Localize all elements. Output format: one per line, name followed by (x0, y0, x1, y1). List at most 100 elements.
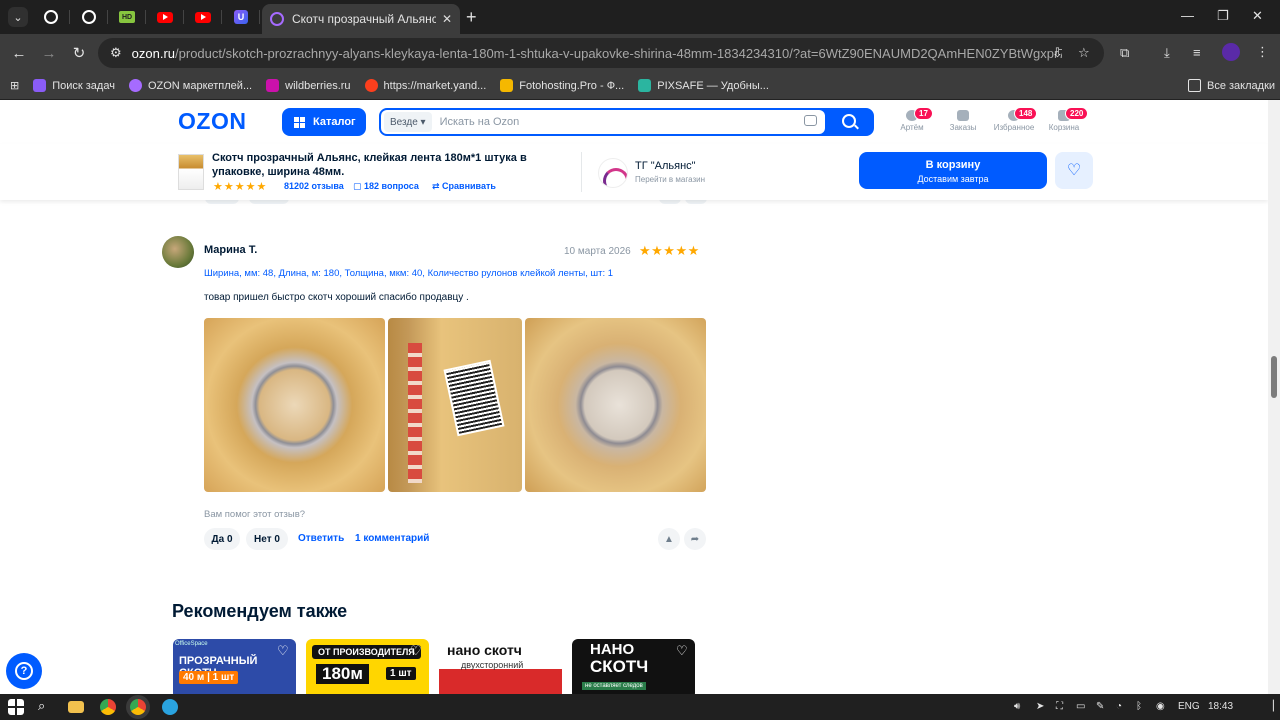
bookmark-star-icon[interactable]: ☆ (1078, 45, 1090, 61)
notifications-icon[interactable]: ▕ (1266, 701, 1274, 712)
review-photo[interactable] (388, 318, 522, 492)
pinned-tab-4[interactable] (146, 0, 184, 34)
favorite-heart-icon[interactable]: ♡ (676, 644, 689, 657)
favorite-heart-icon[interactable]: ♡ (543, 644, 556, 657)
catalog-button[interactable]: Каталог (282, 108, 366, 136)
maximize-icon[interactable]: ❐ (1217, 8, 1229, 24)
card-title: нано скотч (447, 642, 522, 658)
pinned-tab-3[interactable]: HD (108, 0, 146, 34)
share-icon[interactable]: ➦ (684, 528, 706, 550)
menu-icon[interactable]: ⋮ (1256, 44, 1269, 60)
review-photo[interactable] (204, 318, 385, 492)
all-bookmarks[interactable]: Все закладки (1188, 79, 1275, 92)
bookmark-item[interactable]: https://market.yand... (364, 79, 486, 92)
screen-capture-icon[interactable]: ⛶ (1056, 701, 1063, 712)
downloads-icon[interactable]: ⤓ (1164, 45, 1170, 61)
comments-link[interactable]: 1 комментарий (355, 533, 429, 544)
no-button[interactable]: Нет 0 (246, 528, 288, 550)
chrome-tray-icon[interactable]: ◉ (1156, 701, 1165, 712)
recommend-card[interactable]: OfficeSpace ПРОЗРАЧНЫЙ СКОТЧ 40 м | 1 шт… (173, 639, 296, 694)
review-photo[interactable] (525, 318, 706, 492)
bookmark-item[interactable]: OZON маркетплей... (128, 79, 253, 92)
omnibox[interactable]: ⚙ ozon.ru/product/skotch-prozrachnyy-aly… (98, 38, 1104, 68)
file-explorer-icon[interactable] (68, 701, 84, 713)
seller-logo[interactable] (598, 158, 628, 188)
reply-link[interactable]: Ответить (298, 533, 344, 544)
compare-link[interactable]: ⇄ Сравнивать (432, 181, 496, 192)
help-button[interactable]: ? (6, 653, 42, 689)
chrome-active-icon[interactable] (130, 699, 146, 715)
recommend-card[interactable]: нано скотч двухсторонний ♡ (439, 639, 562, 694)
site-info-icon[interactable]: ⚙ (110, 45, 122, 61)
favorite-button[interactable]: ♡ (1055, 152, 1093, 189)
bookmark-item[interactable]: Fotohosting.Pro - Ф... (500, 79, 624, 92)
telegram-icon[interactable] (162, 699, 178, 715)
favorite-heart-icon[interactable]: ♡ (410, 644, 423, 657)
recommend-card[interactable]: ОТ ПРОИЗВОДИТЕЛЯ 180м 1 шт ♡ (306, 639, 429, 694)
install-app-icon[interactable]: ⇩ (1052, 45, 1063, 61)
active-tab[interactable]: Скотч прозрачный Альянс, кле ✕ (262, 4, 460, 34)
apps-icon[interactable]: ⊞ (10, 79, 19, 92)
product-title[interactable]: Скотч прозрачный Альянс, клейкая лента 1… (212, 151, 542, 179)
review-variant[interactable]: Ширина, мм: 48, Длина, м: 180, Толщина, … (204, 268, 613, 279)
card-brand: OfficeSpace (175, 641, 208, 647)
scrollbar-thumb[interactable] (1271, 356, 1277, 398)
bluetooth-icon[interactable]: ᛒ (1136, 701, 1142, 712)
media-controls-icon[interactable]: ≡ (1193, 45, 1201, 60)
questions-link[interactable]: ▢ 182 вопроса (353, 181, 419, 192)
pinned-tab-1[interactable] (32, 0, 70, 34)
search-input[interactable]: Искать на Ozon (440, 116, 520, 128)
browser-tab-strip: ⌄ HD U (0, 0, 1280, 34)
page-scrollbar[interactable] (1268, 100, 1280, 694)
url-text[interactable]: ozon.ru/product/skotch-prozrachnyy-alyan… (132, 46, 1062, 61)
camera-icon[interactable] (804, 115, 817, 126)
display-icon[interactable]: ▭ (1076, 701, 1085, 712)
forward-icon[interactable]: → (34, 45, 64, 62)
telegram-tray-icon[interactable]: ➤ (1036, 701, 1044, 712)
header-cart[interactable]: 220 Корзина (1034, 107, 1094, 132)
pinned-tab-5[interactable] (184, 0, 222, 34)
product-thumbnail[interactable] (178, 154, 204, 190)
seller-store-link[interactable]: Перейти в магазин (635, 175, 705, 184)
profile-avatar[interactable] (1222, 43, 1240, 61)
language-indicator[interactable]: ENG (1178, 701, 1200, 712)
new-tab-button[interactable]: + (466, 7, 477, 28)
add-to-cart-button[interactable]: В корзину Доставим завтра (859, 152, 1047, 189)
chrome-icon[interactable] (100, 699, 116, 715)
pinned-tab-6[interactable]: U (222, 0, 260, 34)
bookmark-label: Поиск задач (52, 79, 115, 92)
bookmark-item[interactable]: PIXSAFE — Удобны... (638, 79, 769, 92)
bookmark-label: PIXSAFE — Удобны... (657, 79, 769, 92)
ozon-logo[interactable]: OZON (178, 108, 246, 135)
bookmark-item[interactable]: wildberries.ru (266, 79, 351, 92)
recommend-card[interactable]: НАНО СКОТЧ не оставляет следов ♡ (572, 639, 695, 694)
review-text: товар пришел быстро скотч хороший спасиб… (204, 292, 469, 303)
seller-name[interactable]: ТГ "Альянс" (635, 160, 696, 172)
card-title-line2: СКОТЧ (590, 657, 649, 676)
extensions-icon[interactable]: ⧉ (1120, 45, 1129, 61)
search-icon[interactable]: ⌕ (38, 698, 54, 714)
reviews-link[interactable]: 81202 отзыва (284, 181, 344, 191)
back-icon[interactable]: ← (4, 45, 34, 62)
favorite-heart-icon[interactable]: ♡ (277, 644, 290, 657)
report-icon[interactable]: ▲ (658, 528, 680, 550)
tab-search-button[interactable]: ⌄ (8, 7, 28, 27)
yes-button[interactable]: Да 0 (204, 528, 240, 550)
close-tab-icon[interactable]: ✕ (442, 12, 452, 26)
bookmark-label: OZON маркетплей... (147, 79, 253, 92)
search-scope-select[interactable]: Везде ▾ (384, 112, 432, 132)
wifi-icon[interactable]: ◔ (1116, 701, 1122, 712)
minimize-icon[interactable]: — (1181, 8, 1194, 23)
search-icon[interactable] (842, 114, 856, 128)
reload-icon[interactable]: ↻ (64, 44, 94, 62)
volume-icon[interactable]: 🔊︎ (1014, 701, 1020, 712)
windows-start-icon[interactable] (8, 699, 24, 715)
pinned-tab-2[interactable] (70, 0, 108, 34)
card-tag: 1 шт (386, 667, 416, 680)
questions-label: 182 вопроса (364, 181, 419, 191)
clock[interactable]: 18:43 (1208, 701, 1233, 712)
bookmark-item[interactable]: Поиск задач (33, 79, 115, 92)
pen-icon[interactable]: ✎ (1096, 701, 1104, 712)
close-window-icon[interactable]: ✕ (1252, 8, 1263, 24)
bookmark-icon (128, 79, 142, 92)
